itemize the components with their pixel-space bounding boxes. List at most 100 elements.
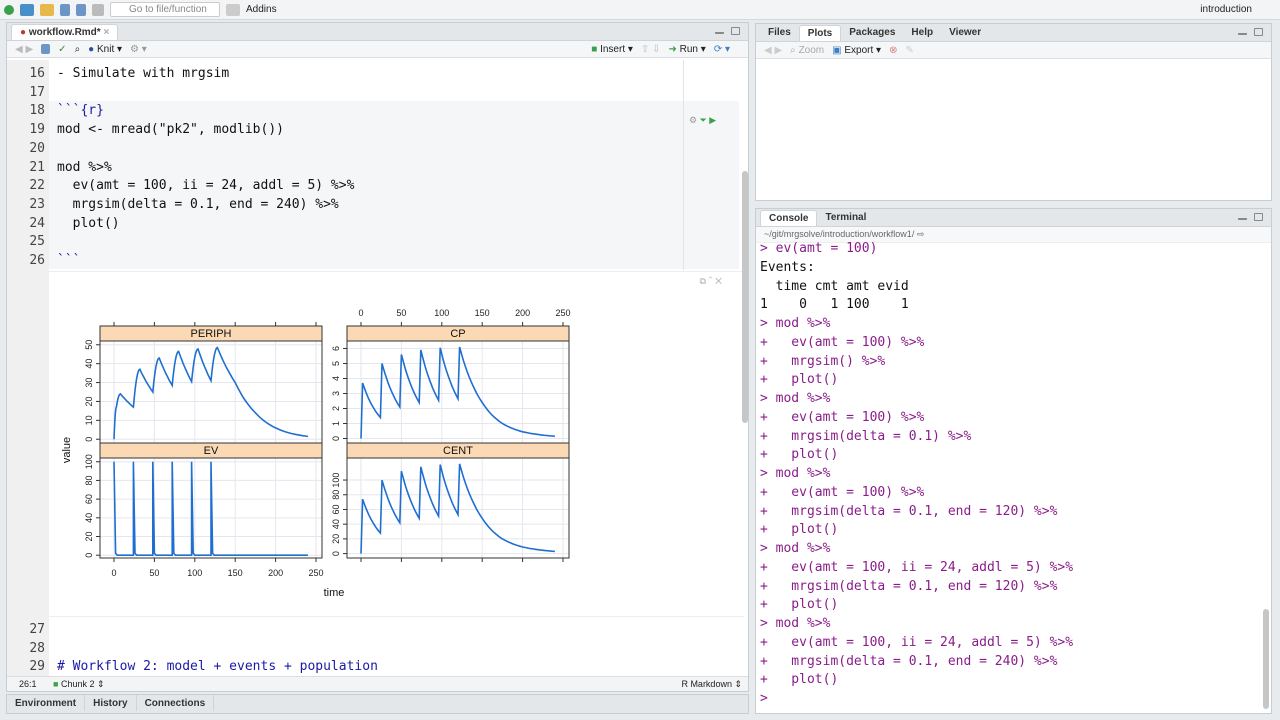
file-type-selector[interactable]: R Markdown ⇕: [681, 677, 742, 691]
open-file-icon[interactable]: [40, 3, 54, 16]
close-tab-icon[interactable]: ×: [103, 27, 109, 38]
cursor-position: 26:1: [19, 679, 37, 689]
grid-icon[interactable]: [226, 3, 240, 16]
console-line: + ev(amt = 100) %>%: [760, 409, 925, 425]
tab-console[interactable]: Console: [760, 210, 818, 226]
console-line: > ev(amt = 100): [760, 241, 878, 256]
y-tick-label: 40: [84, 359, 94, 369]
insert-label: Insert: [600, 43, 626, 55]
run-button[interactable]: ➜ Run ▾: [668, 44, 705, 55]
tab-history[interactable]: History: [85, 695, 137, 711]
editor-line: 17: [7, 83, 45, 102]
line-number: 16: [29, 66, 45, 81]
x-tick-label: 100: [434, 308, 449, 318]
line-text: mod <- mread("pk2", modlib()): [57, 122, 284, 138]
line-number: 18: [29, 103, 45, 119]
line-text: # Workflow 2: model + events + populatio…: [57, 659, 378, 675]
file-type-label: R Markdown: [681, 679, 732, 689]
editor-toolbar: ◀ ▶ ✓ ⌕ ● Knit ▾ ⚙ ▾ ■ Insert ▾ ⇧ ⇩ ➜ Ru…: [7, 41, 748, 58]
tab-connections[interactable]: Connections: [137, 695, 215, 711]
new-project-icon[interactable]: [20, 3, 34, 16]
line-text: ```: [57, 253, 81, 268]
line-text: ev(amt = 100, ii = 24, addl = 5) %>%: [57, 178, 355, 194]
y-tick-label: 4: [331, 376, 341, 381]
editor-scrollbar[interactable]: [742, 171, 748, 423]
minimize-icon[interactable]: [715, 31, 724, 34]
editor-code-after[interactable]: 27 28 29 # Workflow 2: model + events + pop…: [7, 620, 707, 680]
y-tick-label: 10: [84, 415, 94, 425]
editor-line: 22 ev(amt = 100, ii = 24, addl = 5) %>%: [7, 176, 354, 195]
export-button[interactable]: ▣ Export ▾: [832, 45, 881, 56]
tab-help[interactable]: Help: [903, 25, 941, 41]
x-tick-label: 50: [396, 308, 406, 318]
line-number: 24: [29, 215, 45, 231]
strip-label: PERIPH: [191, 328, 232, 340]
remove-plot-icon[interactable]: ⊗: [889, 45, 897, 56]
tab-workflow-rmd[interactable]: ● workflow.Rmd* ×: [11, 24, 119, 40]
line-text: plot(): [57, 215, 120, 231]
editor-line: 27: [7, 620, 45, 639]
save-all-icon[interactable]: [76, 3, 86, 16]
tab-packages[interactable]: Packages: [841, 25, 903, 41]
broom-icon[interactable]: ✎: [905, 45, 913, 56]
addins-menu[interactable]: Addins: [246, 4, 277, 15]
mrgsim-plot: PERIPH01020304050CP01234560 50 100 150 200 25…: [61, 308, 571, 599]
console-line: > mod %>%: [760, 391, 831, 406]
tab-terminal[interactable]: Terminal: [817, 210, 874, 226]
tab-files[interactable]: Files: [760, 25, 799, 41]
rerun-icon[interactable]: ⟳ ▾: [714, 44, 730, 55]
editor-line: 25: [7, 232, 45, 251]
tab-environment[interactable]: Environment: [7, 695, 86, 711]
y-tick-label: 100: [84, 454, 94, 469]
zoom-button[interactable]: ⌕ Zoom: [790, 45, 824, 56]
minimize-icon[interactable]: [1238, 217, 1247, 220]
insert-button[interactable]: ■ Insert ▾: [591, 44, 633, 55]
maximize-icon[interactable]: [1254, 213, 1263, 221]
x-tick-label: 200: [515, 308, 530, 318]
editor-code[interactable]: 16 - Simulate with mrgsim 17 18 ```{r} 19 mod …: [7, 64, 707, 274]
y-tick-label: 80: [331, 490, 341, 500]
y-tick-label: 5: [331, 361, 341, 366]
plot-nav-icon[interactable]: ◀ ▶: [764, 45, 782, 56]
console-line: + plot(): [760, 522, 839, 538]
console-line: Events:: [760, 259, 815, 275]
x-tick-label: 50: [149, 568, 159, 578]
spellcheck-icon[interactable]: ✓: [58, 44, 66, 55]
y-tick-label: 40: [331, 519, 341, 529]
console-line: + plot(): [760, 372, 839, 388]
line-number: 29: [29, 659, 45, 675]
chunk-icon: ■: [53, 679, 59, 689]
maximize-icon[interactable]: [731, 27, 740, 35]
console-scrollbar[interactable]: [1263, 609, 1269, 709]
output-controls[interactable]: ⧉ ⌃ ✕: [699, 276, 722, 287]
y-tick-label: 20: [84, 396, 94, 406]
minimize-icon[interactable]: [1238, 32, 1247, 35]
chunk-nav-icon[interactable]: ⇧ ⇩: [641, 44, 661, 55]
search-icon[interactable]: ⌕: [75, 44, 81, 55]
goto-file-input[interactable]: Go to file/function: [110, 2, 220, 17]
run-label: Run: [679, 43, 698, 55]
back-forward-icon[interactable]: ◀ ▶: [15, 44, 33, 55]
console-line: + mrgsim(delta = 0.1) %>%: [760, 428, 972, 444]
chunk-selector[interactable]: ■ Chunk 2 ⇕: [53, 677, 105, 691]
console-line: > mod %>%: [760, 541, 831, 556]
gear-icon[interactable]: ⚙ ▾: [130, 44, 147, 55]
console-line: > mod %>%: [760, 616, 831, 631]
knit-button[interactable]: ● Knit ▾: [88, 44, 122, 55]
y-tick-label: 30: [84, 378, 94, 388]
tab-viewer[interactable]: Viewer: [941, 25, 989, 41]
x-tick-label: 200: [268, 568, 283, 578]
save-icon[interactable]: [41, 44, 51, 54]
save-icon[interactable]: [60, 3, 70, 16]
y-tick-label: 20: [84, 531, 94, 541]
line-number: 25: [29, 234, 45, 250]
tab-plots[interactable]: Plots: [798, 25, 842, 41]
print-icon[interactable]: [92, 3, 104, 16]
console-line: + ev(amt = 100) %>%: [760, 334, 925, 350]
line-number: 23: [29, 196, 45, 212]
new-file-icon[interactable]: [4, 4, 14, 15]
maximize-icon[interactable]: [1254, 28, 1263, 36]
console-line: > mod %>%: [760, 466, 831, 481]
plots-tabs: Files Plots Packages Help Viewer: [756, 24, 1271, 42]
project-menu[interactable]: introduction: [1200, 4, 1252, 15]
